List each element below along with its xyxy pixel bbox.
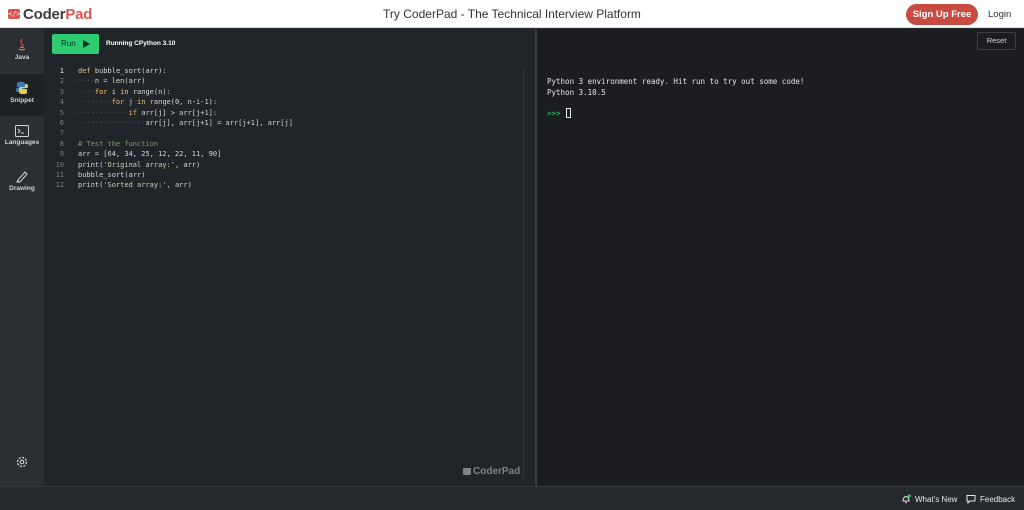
- code-area[interactable]: 1 def bubble_sort(arr): 2 ····n = len(arr)…: [44, 66, 524, 191]
- code-line: 7: [59, 129, 64, 138]
- sidebar-item-drawing[interactable]: Drawing: [0, 162, 44, 204]
- console-panel: Reset Python 3 environment ready. Hit ru…: [537, 29, 1024, 486]
- python-icon: [16, 82, 28, 94]
- chat-bubble-icon: [966, 495, 976, 504]
- sidebar-item-java[interactable]: Java: [0, 31, 44, 73]
- console-output: Python 3 environment ready. Hit run to t…: [547, 77, 804, 98]
- coderpad-watermark: CoderPad: [463, 466, 520, 477]
- code-line: 10 print('Original array:', arr): [55, 160, 201, 169]
- editor-ruler: [523, 67, 524, 478]
- java-icon: [18, 38, 26, 51]
- gear-icon[interactable]: [15, 455, 29, 469]
- runtime-status: Running CPython 3.10: [106, 40, 176, 47]
- console-input-cursor[interactable]: [566, 108, 571, 118]
- bottom-bar: What's New Feedback: [0, 486, 1024, 510]
- bell-icon: [902, 494, 911, 504]
- sidebar-item-languages[interactable]: Languages: [0, 118, 44, 160]
- code-line: 3 ····for i in range(n):: [59, 87, 171, 96]
- run-button[interactable]: Run: [52, 34, 99, 54]
- console-line: Python 3 environment ready. Hit run to t…: [547, 77, 805, 86]
- code-editor-panel: Run Running CPython 3.10 1 def bubble_sor…: [44, 29, 535, 486]
- sidebar-item-label: Drawing: [9, 185, 35, 192]
- code-line: 1 def bubble_sort(arr):: [59, 67, 167, 75]
- reset-button[interactable]: Reset: [977, 32, 1016, 50]
- code-line: 6 ················arr[j], arr[j+1] = arr[…: [59, 118, 293, 127]
- code-line: 4 ········for j in range(0, n-i-1):: [59, 98, 218, 107]
- login-link[interactable]: Login: [988, 9, 1011, 20]
- sign-up-button[interactable]: Sign Up Free: [906, 4, 978, 25]
- code-line: 9 arr = [64, 34, 25, 12, 22, 11, 90]: [59, 150, 222, 159]
- console-line: Python 3.10.5: [547, 87, 606, 97]
- code-line: 11 bubble_sort(arr): [55, 170, 146, 179]
- feedback-button[interactable]: Feedback: [966, 494, 1015, 504]
- whats-new-button[interactable]: What's New: [901, 494, 957, 504]
- console-prompt: >>>: [547, 109, 561, 118]
- left-sidebar: Java Snippet Languages Drawing: [0, 29, 44, 486]
- sidebar-item-label: Java: [14, 54, 30, 61]
- top-header: </> CoderPad Try CoderPad - The Technica…: [0, 0, 1024, 28]
- feedback-label: Feedback: [980, 494, 1016, 504]
- code-line: 5 ············if arr[j] > arr[j+1]:: [59, 108, 218, 117]
- terminal-icon: [15, 125, 29, 137]
- logo-icon: [463, 468, 471, 475]
- page-title: Try CoderPad - The Technical Interview P…: [383, 7, 641, 21]
- run-button-label: Run: [61, 39, 76, 48]
- play-icon: [83, 40, 90, 48]
- code-line: 2 ····n = len(arr): [59, 77, 146, 86]
- code-line: 12 print('Sorted array:', arr): [55, 181, 192, 190]
- pencil-icon: [16, 171, 28, 183]
- sidebar-item-label: Languages: [4, 139, 40, 146]
- sidebar-item-label: Snippet: [10, 97, 34, 104]
- sidebar-item-snippet[interactable]: Snippet: [0, 74, 44, 116]
- code-line: 8 # Test the function: [59, 139, 159, 148]
- whats-new-label: What's New: [915, 494, 958, 504]
